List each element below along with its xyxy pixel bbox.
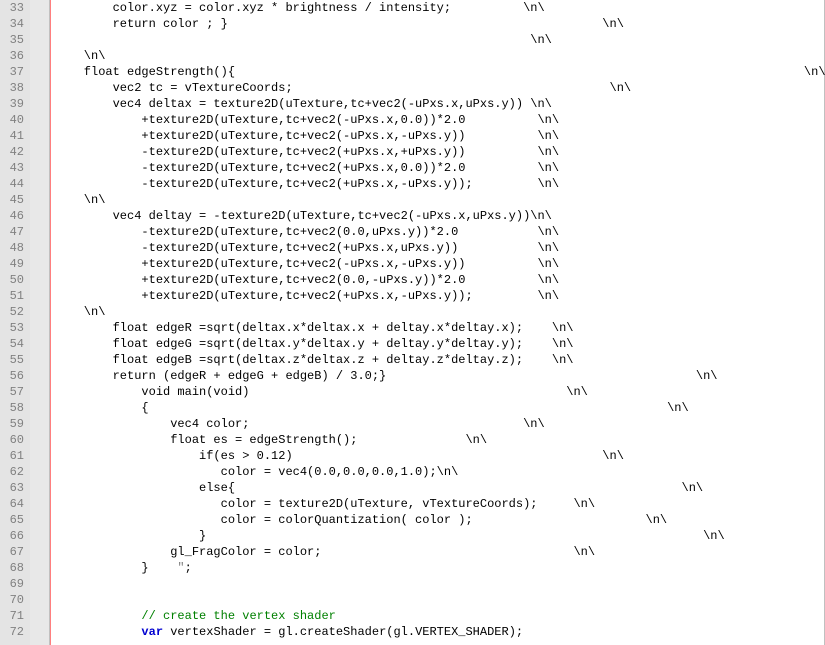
line-number: 48 xyxy=(4,240,24,256)
line-number: 35 xyxy=(4,32,24,48)
code-line[interactable]: +texture2D(uTexture,tc+vec2(+uPxs.x,-uPx… xyxy=(55,288,824,304)
code-line[interactable]: float edgeR =sqrt(deltax.x*deltax.x + de… xyxy=(55,320,824,336)
line-number: 51 xyxy=(4,288,24,304)
code-line[interactable]: var vertexShader = gl.createShader(gl.VE… xyxy=(55,624,824,640)
code-line[interactable]: color = vec4(0.0,0.0,0.0,1.0);\n\ xyxy=(55,464,824,480)
code-editor: 3334353637383940414243444546474849505152… xyxy=(0,0,825,645)
line-number: 44 xyxy=(4,176,24,192)
code-line[interactable]: +texture2D(uTexture,tc+vec2(-uPxs.x,0.0)… xyxy=(55,112,824,128)
code-line[interactable]: \n\ xyxy=(55,32,824,48)
line-number: 65 xyxy=(4,512,24,528)
line-number: 49 xyxy=(4,256,24,272)
code-line[interactable]: \n\ xyxy=(55,192,824,208)
code-line[interactable]: -texture2D(uTexture,tc+vec2(+uPxs.x,0.0)… xyxy=(55,160,824,176)
code-line[interactable]: return color ; } \n\ xyxy=(55,16,824,32)
line-number: 47 xyxy=(4,224,24,240)
line-number: 56 xyxy=(4,368,24,384)
code-line[interactable]: +texture2D(uTexture,tc+vec2(0.0,-uPxs.y)… xyxy=(55,272,824,288)
line-number: 55 xyxy=(4,352,24,368)
code-line[interactable]: float edgeG =sqrt(deltax.y*deltax.y + de… xyxy=(55,336,824,352)
code-line[interactable]: color.xyz = color.xyz * brightness / int… xyxy=(55,0,824,16)
line-number: 64 xyxy=(4,496,24,512)
line-number: 71 xyxy=(4,608,24,624)
line-number: 36 xyxy=(4,48,24,64)
line-number: 34 xyxy=(4,16,24,32)
line-number: 59 xyxy=(4,416,24,432)
code-line[interactable]: vec4 color; \n\ xyxy=(55,416,824,432)
code-line[interactable]: { \n\ xyxy=(55,400,824,416)
line-number: 67 xyxy=(4,544,24,560)
line-number: 46 xyxy=(4,208,24,224)
code-line[interactable]: -texture2D(uTexture,tc+vec2(+uPxs.x,uPxs… xyxy=(55,240,824,256)
code-line[interactable]: // create the vertex shader xyxy=(55,608,824,624)
line-number: 70 xyxy=(4,592,24,608)
line-number: 33 xyxy=(4,0,24,16)
code-line[interactable]: \n\ xyxy=(55,48,824,64)
line-number: 38 xyxy=(4,80,24,96)
line-number: 62 xyxy=(4,464,24,480)
line-number: 60 xyxy=(4,432,24,448)
code-line[interactable]: void main(void) \n\ xyxy=(55,384,824,400)
line-number-gutter: 3334353637383940414243444546474849505152… xyxy=(0,0,30,645)
code-line[interactable]: +texture2D(uTexture,tc+vec2(-uPxs.x,-uPx… xyxy=(55,256,824,272)
code-line[interactable]: vec2 tc = vTextureCoords; \n\ xyxy=(55,80,824,96)
line-number: 72 xyxy=(4,624,24,640)
line-number: 41 xyxy=(4,128,24,144)
line-number: 63 xyxy=(4,480,24,496)
code-line[interactable]: return (edgeR + edgeG + edgeB) / 3.0;} \… xyxy=(55,368,824,384)
code-line[interactable]: vec4 deltay = -texture2D(uTexture,tc+vec… xyxy=(55,208,824,224)
line-number: 57 xyxy=(4,384,24,400)
line-number: 58 xyxy=(4,400,24,416)
code-line[interactable]: else{ \n\ xyxy=(55,480,824,496)
line-number: 37 xyxy=(4,64,24,80)
code-line[interactable] xyxy=(55,576,824,592)
code-line[interactable]: -texture2D(uTexture,tc+vec2(+uPxs.x,+uPx… xyxy=(55,144,824,160)
line-number: 61 xyxy=(4,448,24,464)
line-number: 53 xyxy=(4,320,24,336)
line-number: 39 xyxy=(4,96,24,112)
code-line[interactable]: float es = edgeStrength(); \n\ xyxy=(55,432,824,448)
code-line[interactable]: color = colorQuantization( color ); \n\ xyxy=(55,512,824,528)
code-line[interactable]: gl_FragColor = color; \n\ xyxy=(55,544,824,560)
code-line[interactable]: float edgeStrength(){ \n\ xyxy=(55,64,824,80)
line-number: 43 xyxy=(4,160,24,176)
line-number: 52 xyxy=(4,304,24,320)
code-line[interactable]: -texture2D(uTexture,tc+vec2(+uPxs.x,-uPx… xyxy=(55,176,824,192)
code-line[interactable]: vec4 deltax = texture2D(uTexture,tc+vec2… xyxy=(55,96,824,112)
line-number: 68 xyxy=(4,560,24,576)
line-number: 50 xyxy=(4,272,24,288)
code-line[interactable]: -texture2D(uTexture,tc+vec2(0.0,uPxs.y))… xyxy=(55,224,824,240)
code-line[interactable]: } "; xyxy=(55,560,824,576)
code-area[interactable]: color.xyz = color.xyz * brightness / int… xyxy=(50,0,825,645)
line-number: 66 xyxy=(4,528,24,544)
line-number: 42 xyxy=(4,144,24,160)
code-line[interactable]: color = texture2D(uTexture, vTextureCoor… xyxy=(55,496,824,512)
code-line[interactable] xyxy=(55,592,824,608)
line-number: 69 xyxy=(4,576,24,592)
code-line[interactable]: if(es > 0.12) \n\ xyxy=(55,448,824,464)
code-line[interactable]: +texture2D(uTexture,tc+vec2(-uPxs.x,-uPx… xyxy=(55,128,824,144)
line-number: 45 xyxy=(4,192,24,208)
code-line[interactable]: float edgeB =sqrt(deltax.z*deltax.z + de… xyxy=(55,352,824,368)
code-line[interactable]: \n\ xyxy=(55,304,824,320)
fold-margin[interactable] xyxy=(30,0,50,645)
line-number: 54 xyxy=(4,336,24,352)
line-number: 40 xyxy=(4,112,24,128)
code-line[interactable]: } \n\ xyxy=(55,528,824,544)
code-content[interactable]: color.xyz = color.xyz * brightness / int… xyxy=(51,0,825,645)
